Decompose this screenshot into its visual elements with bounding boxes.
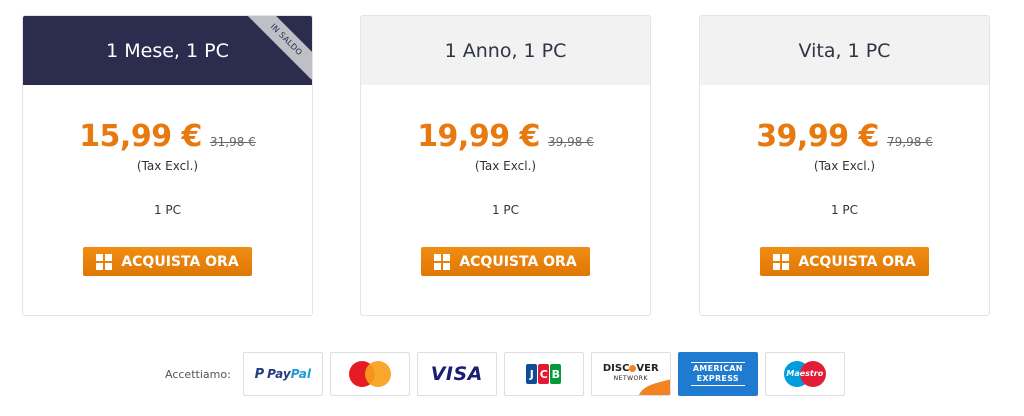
price-row: 19,99 € 39,98 €	[361, 120, 650, 159]
maestro-logo: Maestro	[764, 352, 845, 396]
windows-icon	[96, 253, 113, 270]
plan-card-monthly: 1 Mese, 1 PC IN SALDO 15,99 € 31,98 € (T…	[22, 15, 313, 316]
plan-header: Vita, 1 PC	[700, 16, 989, 85]
jcb-icon: J C B	[526, 364, 562, 384]
buy-button-label: ACQUISTA ORA	[798, 253, 916, 270]
price-row: 15,99 € 31,98 €	[23, 120, 312, 159]
buy-now-button[interactable]: ACQUISTA ORA	[421, 247, 590, 276]
paypal-logo: P PayPal	[242, 352, 323, 396]
mastercard-logo	[329, 352, 410, 396]
paypal-icon: P	[254, 366, 265, 382]
price-row: 39,99 € 79,98 €	[700, 120, 989, 159]
amex-logo: AMERICAN EXPRESS	[677, 352, 758, 396]
pc-count: 1 PC	[153, 203, 182, 217]
price: 15,99 €	[79, 119, 202, 154]
jcb-logo: J C B	[503, 352, 584, 396]
windows-icon	[434, 253, 451, 270]
payment-methods: Accettiamo: P PayPal VISA J C B DISC VER …	[165, 352, 852, 396]
plan-header: 1 Mese, 1 PC IN SALDO	[23, 16, 312, 85]
maestro-icon: Maestro	[783, 361, 826, 387]
payment-label: Accettiamo:	[165, 367, 231, 381]
plan-title: Vita, 1 PC	[798, 39, 891, 62]
discover-logo: DISC VER NETWORK	[590, 352, 671, 396]
tax-note: (Tax Excl.)	[813, 159, 876, 173]
old-price: 79,98 €	[887, 135, 933, 149]
plan-title: 1 Mese, 1 PC	[106, 39, 229, 62]
tax-note: (Tax Excl.)	[136, 159, 199, 173]
plan-card-lifetime: Vita, 1 PC 39,99 € 79,98 € (Tax Excl.) 1…	[699, 15, 990, 316]
pc-count: 1 PC	[491, 203, 520, 217]
buy-now-button[interactable]: ACQUISTA ORA	[83, 247, 252, 276]
pc-count: 1 PC	[830, 203, 859, 217]
mastercard-icon	[348, 361, 391, 387]
old-price: 31,98 €	[210, 135, 256, 149]
price: 19,99 €	[417, 119, 540, 154]
visa-logo: VISA	[416, 352, 497, 396]
plan-card-yearly: 1 Anno, 1 PC 19,99 € 39,98 € (Tax Excl.)…	[360, 15, 651, 316]
plan-header: 1 Anno, 1 PC	[361, 16, 650, 85]
old-price: 39,98 €	[548, 135, 594, 149]
price: 39,99 €	[756, 119, 879, 154]
sale-ribbon: IN SALDO	[246, 16, 312, 80]
plan-title: 1 Anno, 1 PC	[444, 39, 567, 62]
buy-now-button[interactable]: ACQUISTA ORA	[760, 247, 929, 276]
windows-icon	[773, 253, 790, 270]
buy-button-label: ACQUISTA ORA	[121, 253, 239, 270]
buy-button-label: ACQUISTA ORA	[459, 253, 577, 270]
tax-note: (Tax Excl.)	[474, 159, 537, 173]
